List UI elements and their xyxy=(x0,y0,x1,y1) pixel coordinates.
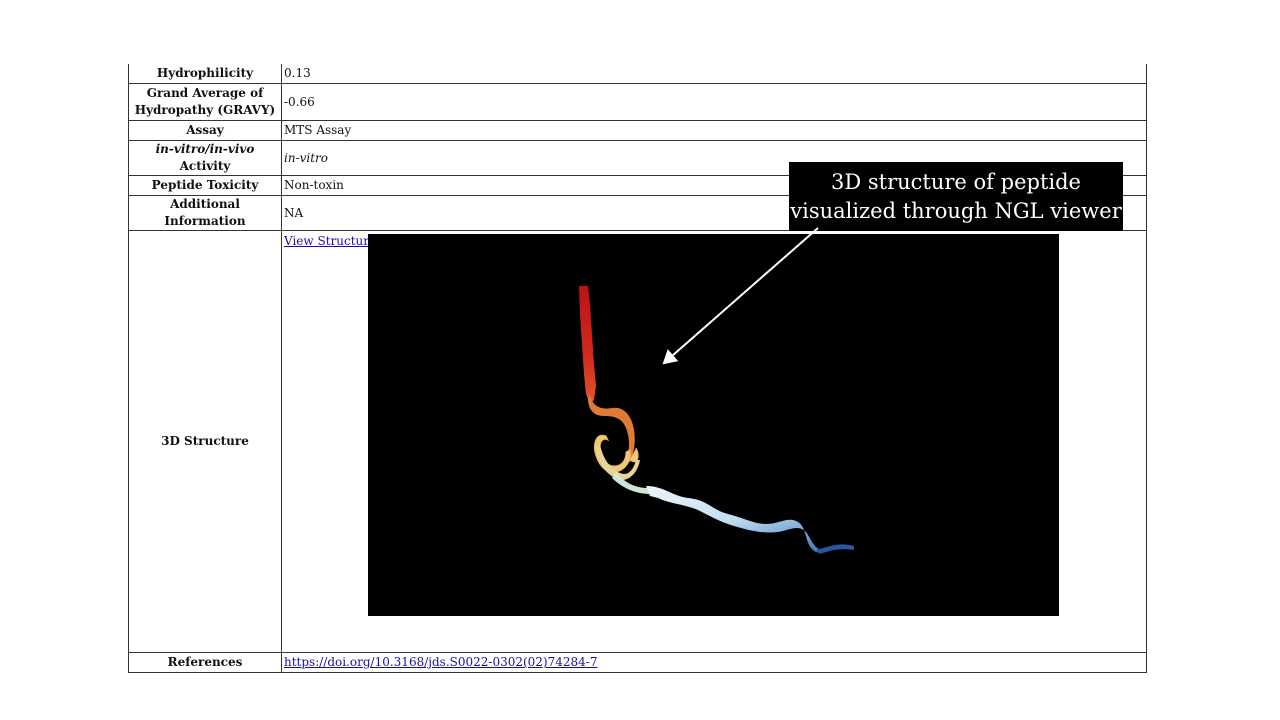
gravy-label: Grand Average of Hydropathy (GRAVY) xyxy=(128,83,282,121)
ribbon-segment-n-terminal xyxy=(579,286,596,404)
toxicity-label: Peptide Toxicity xyxy=(128,175,282,196)
ribbon-segment-c-terminal xyxy=(646,486,852,553)
activity-label: in-vitro/in-vivo Activity xyxy=(128,140,282,176)
activity-label-italic: in-vitro/in-vivo xyxy=(155,142,255,156)
assay-value: MTS Assay xyxy=(281,120,1147,141)
reference-doi-link[interactable]: https://doi.org/10.3168/jds.S0022-0302(0… xyxy=(284,655,597,669)
ngl-viewer-canvas[interactable] xyxy=(368,234,1059,616)
annotation-callout: 3D structure of peptide visualized throu… xyxy=(789,162,1123,231)
hydrophilicity-label: Hydrophilicity xyxy=(128,64,282,84)
additional-info-label: Additional Information xyxy=(128,195,282,231)
table-row: Grand Average of Hydropathy (GRAVY) -0.6… xyxy=(128,83,1147,121)
hydrophilicity-value: 0.13 xyxy=(281,64,1147,84)
callout-line-2: visualized through NGL viewer xyxy=(790,199,1122,223)
assay-label: Assay xyxy=(128,120,282,141)
table-row: References https://doi.org/10.3168/jds.S… xyxy=(128,652,1147,673)
view-structure-link[interactable]: View Structure xyxy=(284,234,376,248)
peptide-ribbon-render xyxy=(579,286,854,554)
references-cell: https://doi.org/10.3168/jds.S0022-0302(0… xyxy=(281,652,1147,673)
table-row: Hydrophilicity 0.13 xyxy=(128,64,1147,84)
callout-line-1: 3D structure of peptide xyxy=(831,170,1081,194)
structure-label: 3D Structure xyxy=(128,230,282,653)
slide: Hydrophilicity 0.13 Grand Average of Hyd… xyxy=(0,0,1280,720)
table-row: Assay MTS Assay xyxy=(128,120,1147,141)
activity-label-rest: Activity xyxy=(179,159,231,173)
references-label: References xyxy=(128,652,282,673)
gravy-value: -0.66 xyxy=(281,83,1147,121)
ribbon-segment-tail-end xyxy=(816,544,854,554)
